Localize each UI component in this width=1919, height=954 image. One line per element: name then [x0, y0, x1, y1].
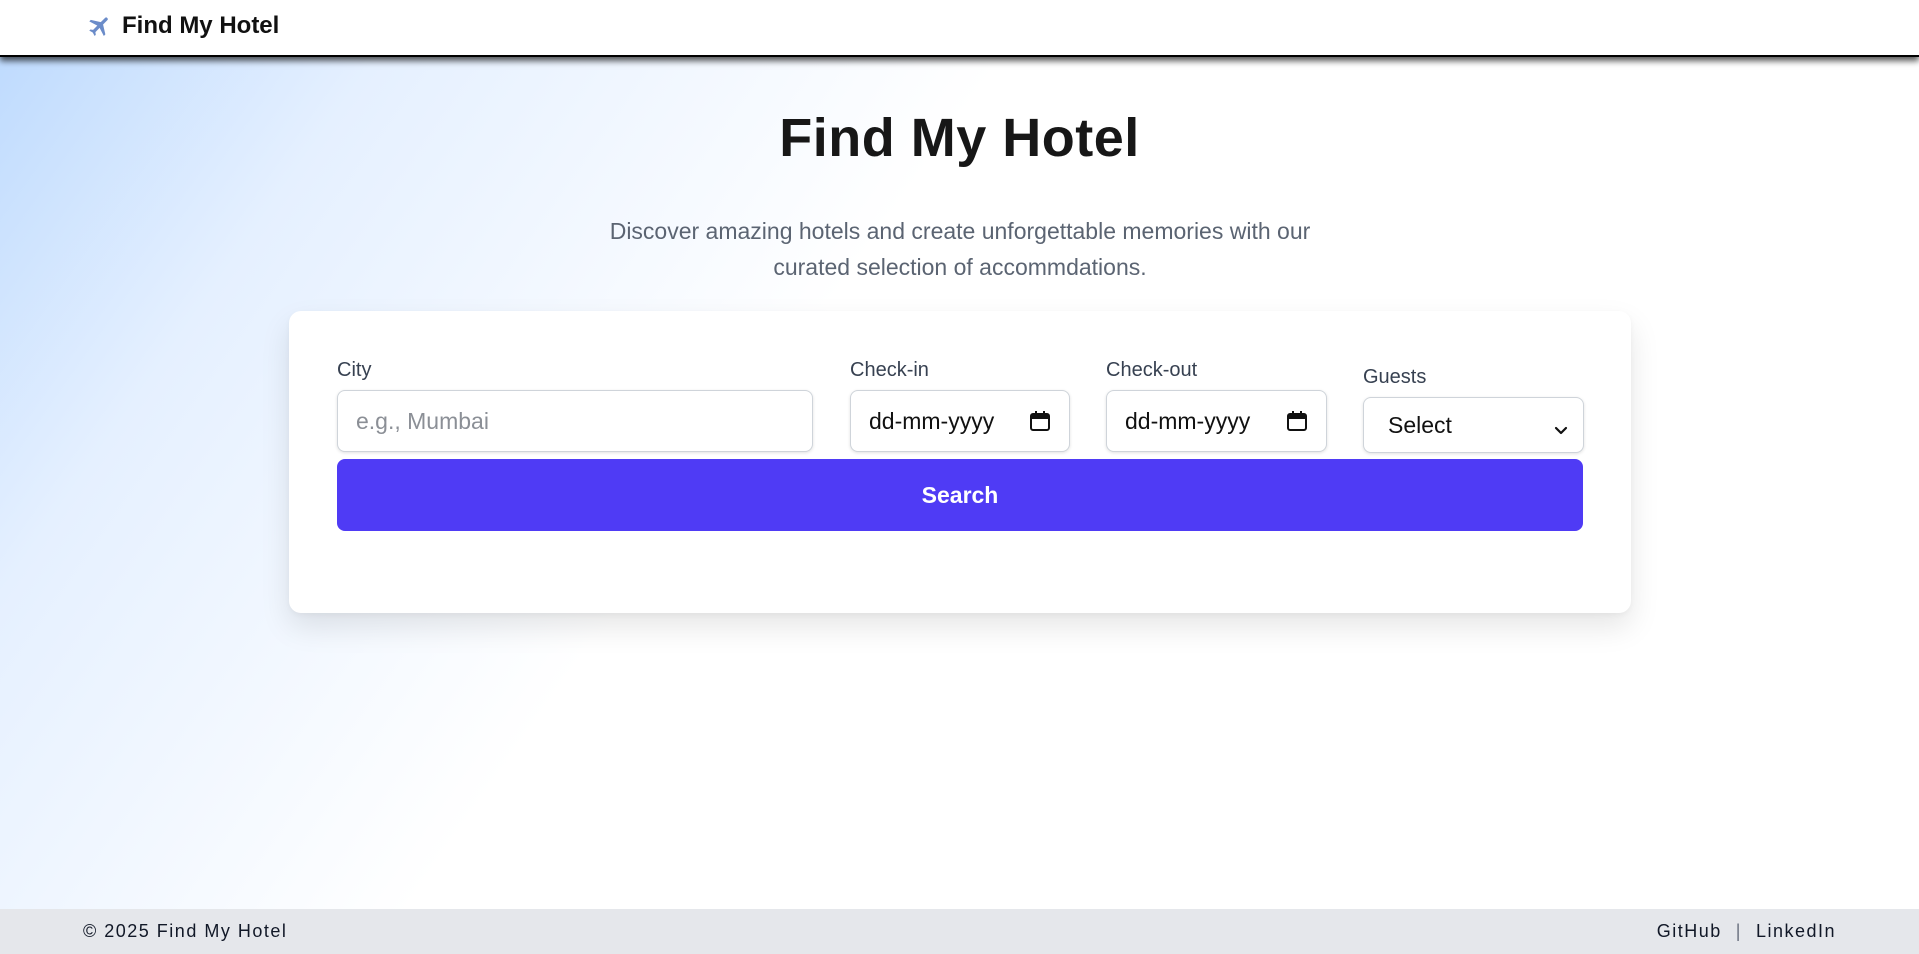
linkedin-link[interactable]: LinkedIn [1756, 921, 1836, 942]
calendar-icon[interactable] [1029, 410, 1051, 432]
check-out-value: dd-mm-yyyy [1125, 407, 1251, 434]
check-in-field: Check-in dd-mm-yyyy [850, 359, 1070, 452]
footer-links: GitHub | LinkedIn [1657, 921, 1836, 942]
page-footer: © 2025 Find My Hotel GitHub | LinkedIn [0, 909, 1919, 954]
guests-select[interactable]: Select [1363, 397, 1584, 453]
github-link[interactable]: GitHub [1657, 921, 1722, 942]
check-out-input[interactable]: dd-mm-yyyy [1106, 390, 1327, 452]
city-label: City [337, 359, 372, 381]
copyright-text: © 2025 Find My Hotel [83, 921, 288, 941]
footer-separator: | [1735, 921, 1742, 941]
brand-link[interactable]: Find My Hotel [87, 12, 279, 40]
check-out-label: Check-out [1106, 359, 1198, 381]
hero-section: Find My Hotel Discover amazing hotels an… [0, 57, 1919, 909]
guests-label: Guests [1363, 366, 1427, 388]
city-field: City e.g., Mumbai [337, 359, 813, 452]
check-in-input[interactable]: dd-mm-yyyy [850, 390, 1070, 452]
city-placeholder: e.g., Mumbai [356, 407, 489, 434]
airplane-icon [87, 13, 113, 39]
guests-field: Guests Select [1363, 366, 1584, 453]
check-out-field: Check-out dd-mm-yyyy [1106, 359, 1327, 452]
check-in-value: dd-mm-yyyy [869, 407, 995, 434]
brand-name: Find My Hotel [122, 12, 280, 39]
guests-selected-value: Select [1388, 411, 1452, 438]
search-button[interactable]: Search [337, 459, 1583, 531]
page-title: Find My Hotel [779, 108, 1140, 168]
hero-subtitle: Discover amazing hotels and create unfor… [609, 218, 1311, 280]
calendar-icon[interactable] [1286, 410, 1308, 432]
city-input[interactable]: e.g., Mumbai [337, 390, 813, 452]
search-card: City e.g., Mumbai Check-in dd-mm-yyyy Ch… [289, 311, 1631, 613]
check-in-label: Check-in [850, 359, 929, 381]
chevron-down-icon [1553, 417, 1569, 435]
top-navbar: Find My Hotel [0, 0, 1919, 57]
